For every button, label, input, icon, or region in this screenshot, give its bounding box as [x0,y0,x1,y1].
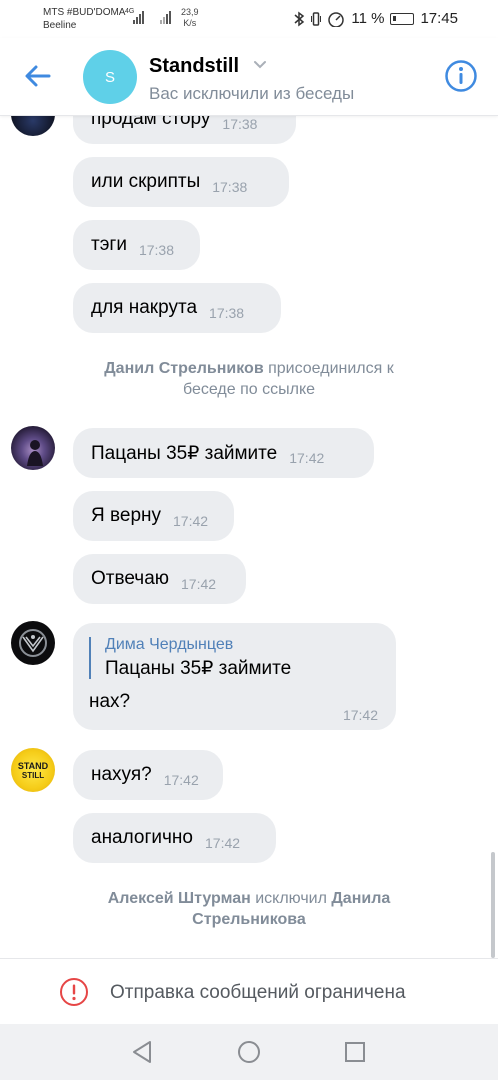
speed-unit: K/s [183,18,197,28]
message-bubble[interactable]: продам стору 17:38 [73,116,296,144]
sender-avatar[interactable]: STAND STILL [11,748,55,792]
system-action-text: исключил [250,890,332,907]
message-text: или скрипты [91,171,201,192]
message-text: нах? [89,691,131,712]
message-text: Я верну [91,505,162,526]
system-target-link[interactable]: Данила [331,890,390,907]
sender-avatar[interactable] [11,116,55,136]
bluetooth-icon [294,11,305,26]
system-action-text-line2: беседе по ссылке [182,381,316,398]
message-bubble[interactable]: или скрипты 17:38 [73,157,289,207]
standstill-logo: STAND STILL [18,761,49,780]
message-text: тэги [91,234,127,255]
chat-title[interactable]: Standstill [149,55,239,78]
speedometer-icon [328,11,345,27]
message-time: 17:38 [222,116,258,132]
message-time: 17:42 [163,772,199,788]
logo-text-line2: STILL [22,771,44,780]
status-bar: MTS #BUD'DOMA Beeline 4G 23,9 K/s 11 % 1… [0,0,498,38]
quoted-author[interactable]: Дима Чердынцев [105,636,233,654]
message-bubble[interactable]: Пацаны 35₽ займите 17:42 [73,428,374,478]
network-speed: 23,9 K/s [181,7,199,29]
message-text: Пацаны 35₽ займите [91,442,278,464]
input-restricted-bar: Отправка сообщений ограничена [0,958,498,1024]
back-arrow-icon[interactable] [22,60,54,92]
carrier-primary: MTS #BUD'DOMA [43,7,126,18]
message-bubble[interactable]: аналогично 17:42 [73,813,276,863]
message-time: 17:42 [289,450,325,466]
message-time: 17:38 [209,305,245,321]
restriction-text: Отправка сообщений ограничена [110,982,406,1003]
system-actor-link[interactable]: Данил Стрельников [104,360,263,377]
carrier-secondary: Beeline [43,20,77,31]
quote-bar [89,637,91,679]
warning-circle-icon [60,978,88,1006]
signal-icon-1 [133,10,144,24]
message-time: 17:38 [138,242,174,258]
square-recents-icon[interactable] [341,1038,369,1066]
quoted-text[interactable]: Пацаны 35₽ займите [105,657,291,680]
sender-avatar[interactable] [11,621,55,665]
logo-text-line1: STAND [18,761,49,771]
battery-percent: 11 % [351,10,385,27]
status-icons: 11 % 17:45 [293,10,458,27]
system-target-link-line2[interactable]: Стрельникова [192,911,306,928]
message-bubble[interactable]: для накрута 17:38 [73,283,281,333]
chat-header: S Standstill Вас исключили из беседы [0,38,498,116]
message-list[interactable]: продам стору 17:38 или скрипты 17:38 тэг… [0,116,498,958]
sender-avatar[interactable] [11,426,55,470]
message-time: 17:42 [205,835,241,851]
chat-avatar[interactable]: S [83,50,137,104]
message-bubble[interactable]: Отвечаю 17:42 [73,554,246,604]
system-navbar [0,1024,498,1080]
chevron-down-icon[interactable] [253,60,267,70]
message-text: нахуя? [91,764,152,785]
message-time: 17:42 [173,513,209,529]
triangle-back-icon[interactable] [129,1038,157,1066]
signal-icon-2 [160,10,171,24]
message-time: 17:42 [342,707,378,723]
system-actor-link[interactable]: Алексей Штурман [108,890,251,907]
message-bubble[interactable]: Я верну 17:42 [73,491,234,541]
person-silhouette-icon [27,440,43,466]
message-text: продам стору [91,116,211,129]
vibrate-icon [311,11,322,26]
message-text: для накрута [91,297,198,318]
system-message-joined: Данил Стрельников присоединился к беседе… [0,358,498,400]
clock: 17:45 [420,10,458,27]
circle-home-icon[interactable] [235,1038,263,1066]
info-icon[interactable] [444,59,478,93]
speed-value: 23,9 [181,7,199,17]
system-message-kicked: Алексей Штурман исключил Данила Стрельни… [0,888,498,930]
battery-icon [390,12,415,25]
reply-message-bubble[interactable]: Дима Чердынцев Пацаны 35₽ займите нах? 1… [73,623,396,730]
message-time: 17:42 [181,576,217,592]
message-bubble[interactable]: тэги 17:38 [73,220,200,270]
message-time: 17:38 [212,179,248,195]
message-text: аналогично [91,827,193,848]
message-bubble[interactable]: нахуя? 17:42 [73,750,223,800]
emblem-icon [19,629,47,657]
message-text: Отвечаю [91,568,170,589]
chat-subtitle: Вас исключили из беседы [149,84,355,103]
system-action-text: присоединился к [263,360,394,377]
scrollbar[interactable] [491,852,495,958]
carrier-info: MTS #BUD'DOMA Beeline [43,6,125,32]
